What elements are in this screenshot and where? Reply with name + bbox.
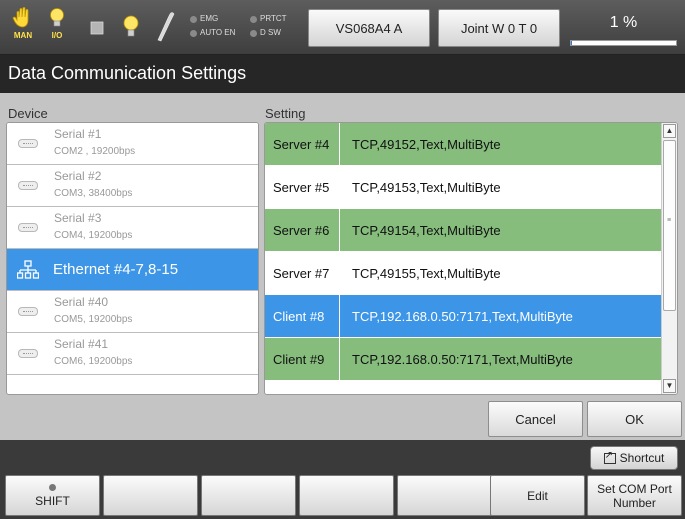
serial-port-icon bbox=[18, 139, 38, 148]
device-port-info: COM5, 19200bps bbox=[54, 314, 133, 325]
joint-mode-button[interactable]: Joint W 0 T 0 bbox=[438, 9, 560, 47]
scroll-up-icon[interactable]: ▲ bbox=[663, 124, 676, 138]
serial-port-icon bbox=[18, 307, 38, 316]
dsw-led bbox=[250, 29, 257, 37]
serial-port-icon bbox=[18, 181, 38, 190]
setting-value: TCP,49154,Text,MultiByte bbox=[352, 222, 501, 238]
device-name: Serial #3 bbox=[54, 211, 102, 225]
device-label: Device bbox=[8, 106, 48, 121]
io-bulb-icon bbox=[50, 8, 64, 27]
dsw-label: D SW bbox=[260, 28, 281, 37]
prtct-led bbox=[250, 15, 257, 23]
setting-value: TCP,49153,Text,MultiByte bbox=[352, 179, 501, 195]
setting-name: Server #4 bbox=[265, 123, 340, 165]
speed-bar-fill bbox=[571, 41, 573, 45]
setting-name: Client #8 bbox=[265, 295, 340, 337]
setting-row[interactable]: Server #5 TCP,49153,Text,MultiByte bbox=[265, 166, 661, 209]
light-bulb-icon[interactable] bbox=[118, 6, 144, 46]
fkey-edit[interactable]: Edit bbox=[490, 475, 585, 516]
manual-mode-hand-icon[interactable]: MAN bbox=[10, 6, 36, 46]
shortcut-button[interactable]: Shortcut bbox=[590, 446, 678, 470]
setting-label: Setting bbox=[265, 106, 306, 121]
page-title: Data Communication Settings bbox=[0, 55, 685, 93]
prtct-label: PRTCT bbox=[260, 14, 287, 23]
man-caption: MAN bbox=[13, 31, 33, 40]
fkey-label: Edit bbox=[527, 488, 548, 503]
auto-en-led bbox=[190, 29, 197, 37]
speed-text: 1 % bbox=[609, 14, 638, 31]
device-port-info: COM2 , 19200bps bbox=[54, 146, 136, 157]
setting-row[interactable]: Client #8 TCP,192.168.0.50:7171,Text,Mult… bbox=[265, 295, 661, 338]
status-bar: MAN I/O EMG AUTO EN PRTCT D SW VS068A4 A… bbox=[0, 0, 685, 55]
device-item[interactable]: Serial #3 COM4, 19200bps bbox=[7, 207, 258, 249]
setting-value: TCP,49152,Text,MultiByte bbox=[352, 136, 501, 152]
setting-name: Server #5 bbox=[265, 166, 340, 208]
io-icon[interactable]: I/O bbox=[44, 6, 70, 46]
device-item[interactable]: Serial #1 COM2 , 19200bps bbox=[7, 123, 258, 165]
grip-icon: ≡ bbox=[667, 217, 672, 224]
main-area: Device Setting Serial #1 COM2 , 19200bps S… bbox=[0, 93, 685, 440]
setting-name: Server #6 bbox=[265, 209, 340, 251]
fkey-empty[interactable] bbox=[299, 475, 394, 516]
fkey-empty[interactable] bbox=[397, 475, 492, 516]
io-caption: I/O bbox=[51, 31, 63, 40]
device-item[interactable]: Serial #2 COM3, 38400bps bbox=[7, 165, 258, 207]
device-port-info: COM4, 19200bps bbox=[54, 230, 133, 241]
device-name: Serial #1 bbox=[54, 127, 102, 141]
setting-row[interactable]: Server #6 TCP,49154,Text,MultiByte bbox=[265, 209, 661, 252]
bulb-icon bbox=[123, 15, 139, 37]
setting-value: TCP,49155,Text,MultiByte bbox=[352, 265, 501, 281]
ok-button[interactable]: OK bbox=[587, 401, 682, 437]
setting-scrollbar[interactable]: ▲ ≡ ▼ bbox=[661, 123, 677, 394]
setting-row[interactable]: Server #4 TCP,49152,Text,MultiByte bbox=[265, 123, 661, 166]
serial-port-icon bbox=[18, 223, 38, 232]
device-name: Serial #2 bbox=[54, 169, 102, 183]
fkey-label: Set COM Port Number bbox=[597, 481, 672, 510]
shortcut-icon bbox=[603, 450, 616, 464]
device-name: Serial #41 bbox=[54, 337, 109, 351]
setting-list[interactable]: Server #4 TCP,49152,Text,MultiByte Server … bbox=[264, 122, 678, 395]
emg-label: EMG bbox=[200, 14, 219, 23]
device-name: Ethernet #4-7,8-15 bbox=[53, 261, 179, 278]
cancel-button[interactable]: Cancel bbox=[488, 401, 583, 437]
serial-port-icon bbox=[18, 349, 38, 358]
fkey-empty[interactable] bbox=[103, 475, 198, 516]
setting-value: TCP,192.168.0.50:7171,Text,MultiByte bbox=[352, 308, 573, 324]
device-port-info: COM6, 19200bps bbox=[54, 356, 133, 367]
hand-icon bbox=[12, 6, 29, 28]
fkey-set-com-port-number[interactable]: Set COM Port Number bbox=[587, 475, 682, 516]
shortcut-label: Shortcut bbox=[619, 451, 665, 465]
led-indicators-left: EMG AUTO EN bbox=[190, 12, 235, 40]
auto-en-label: AUTO EN bbox=[200, 28, 236, 37]
tool-icon bbox=[157, 12, 175, 42]
speed-indicator[interactable]: 1 % bbox=[566, 9, 681, 47]
scroll-thumb[interactable]: ≡ bbox=[663, 140, 676, 311]
setting-name: Client #9 bbox=[265, 338, 340, 380]
setting-name: Server #7 bbox=[265, 252, 340, 294]
function-key-bar: Shortcut SHIFT Edit Set COM Port Number bbox=[0, 440, 685, 519]
shift-key[interactable]: SHIFT bbox=[5, 475, 100, 516]
scroll-down-icon[interactable]: ▼ bbox=[663, 379, 676, 393]
setting-row[interactable]: Client #9 TCP,192.168.0.50:7171,Text,Mult… bbox=[265, 338, 661, 381]
device-port-info: COM3, 38400bps bbox=[54, 188, 133, 199]
setting-value: TCP,192.168.0.50:7171,Text,MultiByte bbox=[352, 351, 573, 367]
speed-bar bbox=[570, 40, 677, 46]
emg-led bbox=[190, 15, 197, 23]
device-item[interactable]: Serial #40 COM5, 19200bps bbox=[7, 291, 258, 333]
device-list[interactable]: Serial #1 COM2 , 19200bps Serial #2 COM3, 3… bbox=[6, 122, 259, 395]
led-indicators-right: PRTCT D SW bbox=[250, 12, 287, 40]
robot-type-button[interactable]: VS068A4 A bbox=[308, 9, 430, 47]
fkey-label: SHIFT bbox=[35, 493, 70, 508]
stop-square-icon bbox=[90, 21, 104, 35]
device-item[interactable]: Serial #41 COM6, 19200bps bbox=[7, 333, 258, 375]
device-name: Serial #40 bbox=[54, 295, 109, 309]
shift-indicator-icon bbox=[49, 483, 56, 491]
device-item[interactable]: Ethernet #4-7,8-15 bbox=[7, 249, 258, 291]
setting-row[interactable]: Server #7 TCP,49155,Text,MultiByte bbox=[265, 252, 661, 295]
wrench-icon[interactable] bbox=[152, 6, 178, 46]
stop-icon[interactable] bbox=[84, 6, 110, 46]
fkey-empty[interactable] bbox=[201, 475, 296, 516]
network-icon bbox=[17, 260, 39, 279]
